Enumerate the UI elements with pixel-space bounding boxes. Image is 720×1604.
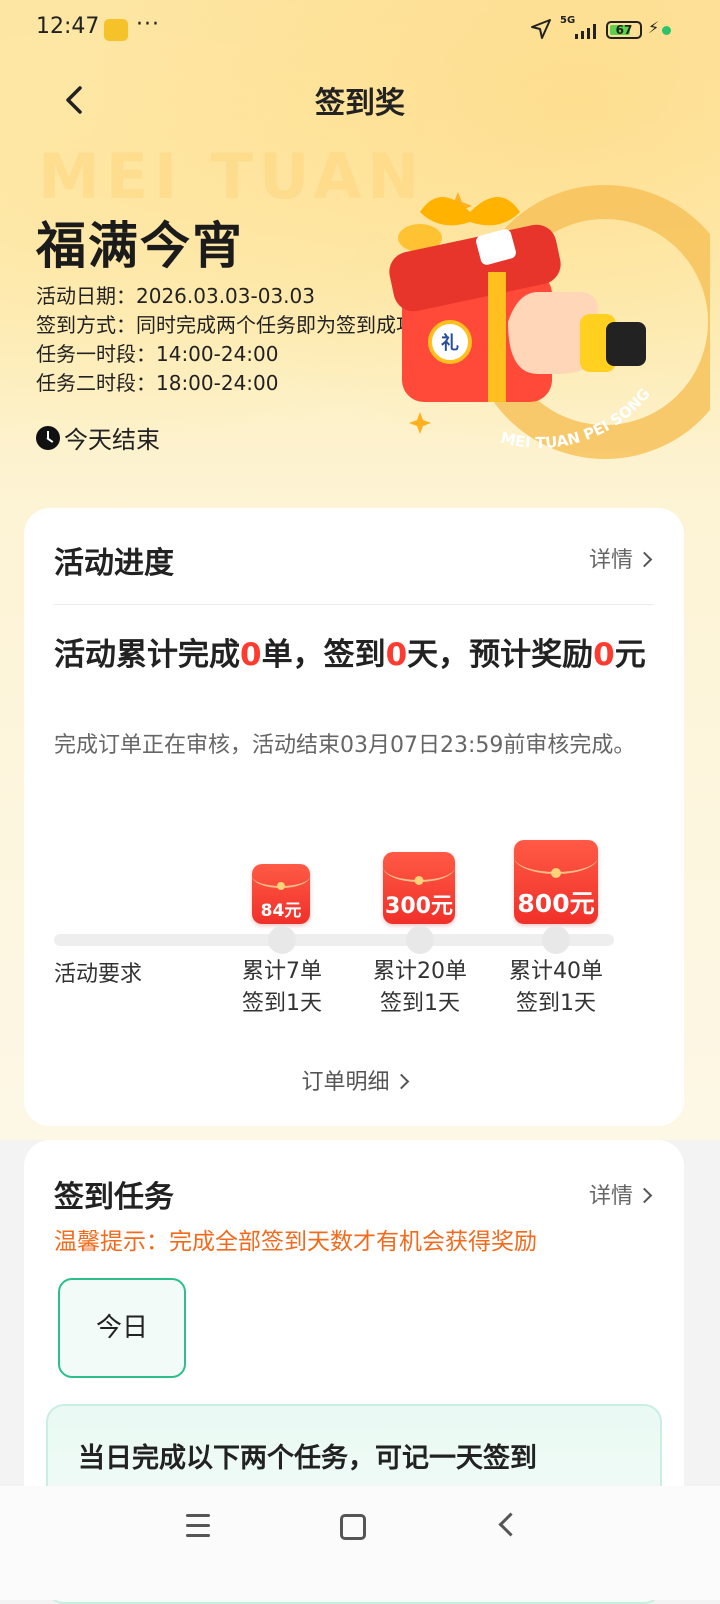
milestone-label: 累计40单 签到1天 — [486, 956, 626, 1020]
summary-text: 元 — [614, 637, 646, 673]
campaign-title: 福满今宵 — [36, 217, 244, 275]
brand-watermark: MEI TUAN — [38, 140, 426, 213]
progress-details-link[interactable]: 详情 — [589, 542, 650, 574]
summary-text: 活动累计完成 — [54, 637, 240, 673]
app-notification-icon — [104, 19, 128, 41]
task-one-period: 任务一时段：14:00-24:00 — [36, 342, 279, 366]
system-nav-bar — [0, 1486, 720, 1600]
progress-card: 活动进度 详情 活动累计完成0单，签到0天，预计奖励0元 完成订单正在审核，活动… — [24, 508, 684, 1126]
status-bar: 12:47 ··· 5G 67 ⚡ — [0, 0, 720, 62]
milestone-orders: 累计40单 — [509, 959, 603, 984]
recent-apps-button[interactable] — [186, 1514, 210, 1544]
charging-icon: ⚡ — [648, 18, 660, 37]
milestone-label: 累计20单 签到1天 — [350, 956, 490, 1020]
battery-level: 67 — [615, 23, 633, 37]
milestone-label: 累计7单 签到1天 — [212, 956, 352, 1020]
milestone-days: 签到1天 — [516, 991, 596, 1016]
location-icon — [531, 19, 551, 39]
end-time-text: 今天结束 — [64, 426, 160, 454]
privacy-indicator-icon — [662, 26, 671, 35]
activity-date: 活动日期：2026.03.03-03.03 — [36, 284, 315, 308]
summary-text: 天，预计奖励 — [407, 637, 594, 673]
reward-packet-800: 800元 — [514, 840, 598, 924]
review-note: 完成订单正在审核，活动结束03月07日23:59前审核完成。 — [54, 733, 636, 758]
order-details-link[interactable]: 订单明细 — [24, 1064, 684, 1096]
milestone-node — [406, 926, 434, 954]
end-time-badge: 今天结束 — [36, 420, 160, 455]
gift-tag-label: 礼 — [441, 332, 459, 354]
more-notifications-icon: ··· — [136, 12, 160, 37]
divider — [54, 604, 654, 605]
milestone-orders: 累计7单 — [242, 959, 322, 984]
progress-summary: 活动累计完成0单，签到0天，预计奖励0元 — [54, 634, 654, 676]
milestone-node — [542, 926, 570, 954]
system-back-button[interactable] — [498, 1512, 523, 1537]
page-title: 签到奖 — [315, 86, 405, 121]
milestone-orders: 累计20单 — [373, 959, 467, 984]
progress-track — [54, 934, 614, 946]
reward-packet-label: 800元 — [517, 889, 595, 918]
home-button[interactable] — [340, 1514, 366, 1540]
battery-icon: 67 — [606, 21, 642, 39]
reward-packet-label: 84元 — [260, 901, 302, 921]
signal-icon — [575, 24, 596, 39]
tab-today[interactable]: 今日 — [58, 1278, 186, 1378]
task-two-period: 任务二时段：18:00-24:00 — [36, 371, 279, 395]
task-title: 签到任务 — [54, 1180, 174, 1215]
days-count: 0 — [385, 637, 408, 673]
status-time: 12:47 — [36, 14, 100, 39]
reward-packet-label: 300元 — [385, 894, 453, 919]
signin-method: 签到方式：同时完成两个任务即为签到成功 — [36, 313, 416, 337]
task-details-link[interactable]: 详情 — [589, 1178, 650, 1210]
milestone-node — [268, 926, 296, 954]
milestone-days: 签到1天 — [380, 991, 460, 1016]
reward-packet-300: 300元 — [383, 852, 455, 924]
clock-icon — [36, 425, 60, 450]
requirement-label: 活动要求 — [54, 962, 143, 987]
task-heading: 当日完成以下两个任务，可记一天签到 — [78, 1443, 537, 1474]
summary-text: 单，签到 — [261, 637, 386, 673]
progress-title: 活动进度 — [54, 546, 174, 581]
reward-amount: 0 — [593, 637, 615, 673]
gift-box-illustration: MEI TUAN PEI SONG 礼 — [389, 185, 710, 459]
orders-count: 0 — [240, 637, 262, 673]
reward-packet-84: 84元 — [252, 864, 310, 924]
campaign-info: 活动日期：2026.03.03-03.03 签到方式：同时完成两个任务即为签到成… — [36, 282, 416, 398]
network-type: 5G — [560, 15, 576, 26]
milestone-days: 签到1天 — [242, 991, 322, 1016]
task-tip: 温馨提示：完成全部签到天数才有机会获得奖励 — [54, 1229, 537, 1255]
